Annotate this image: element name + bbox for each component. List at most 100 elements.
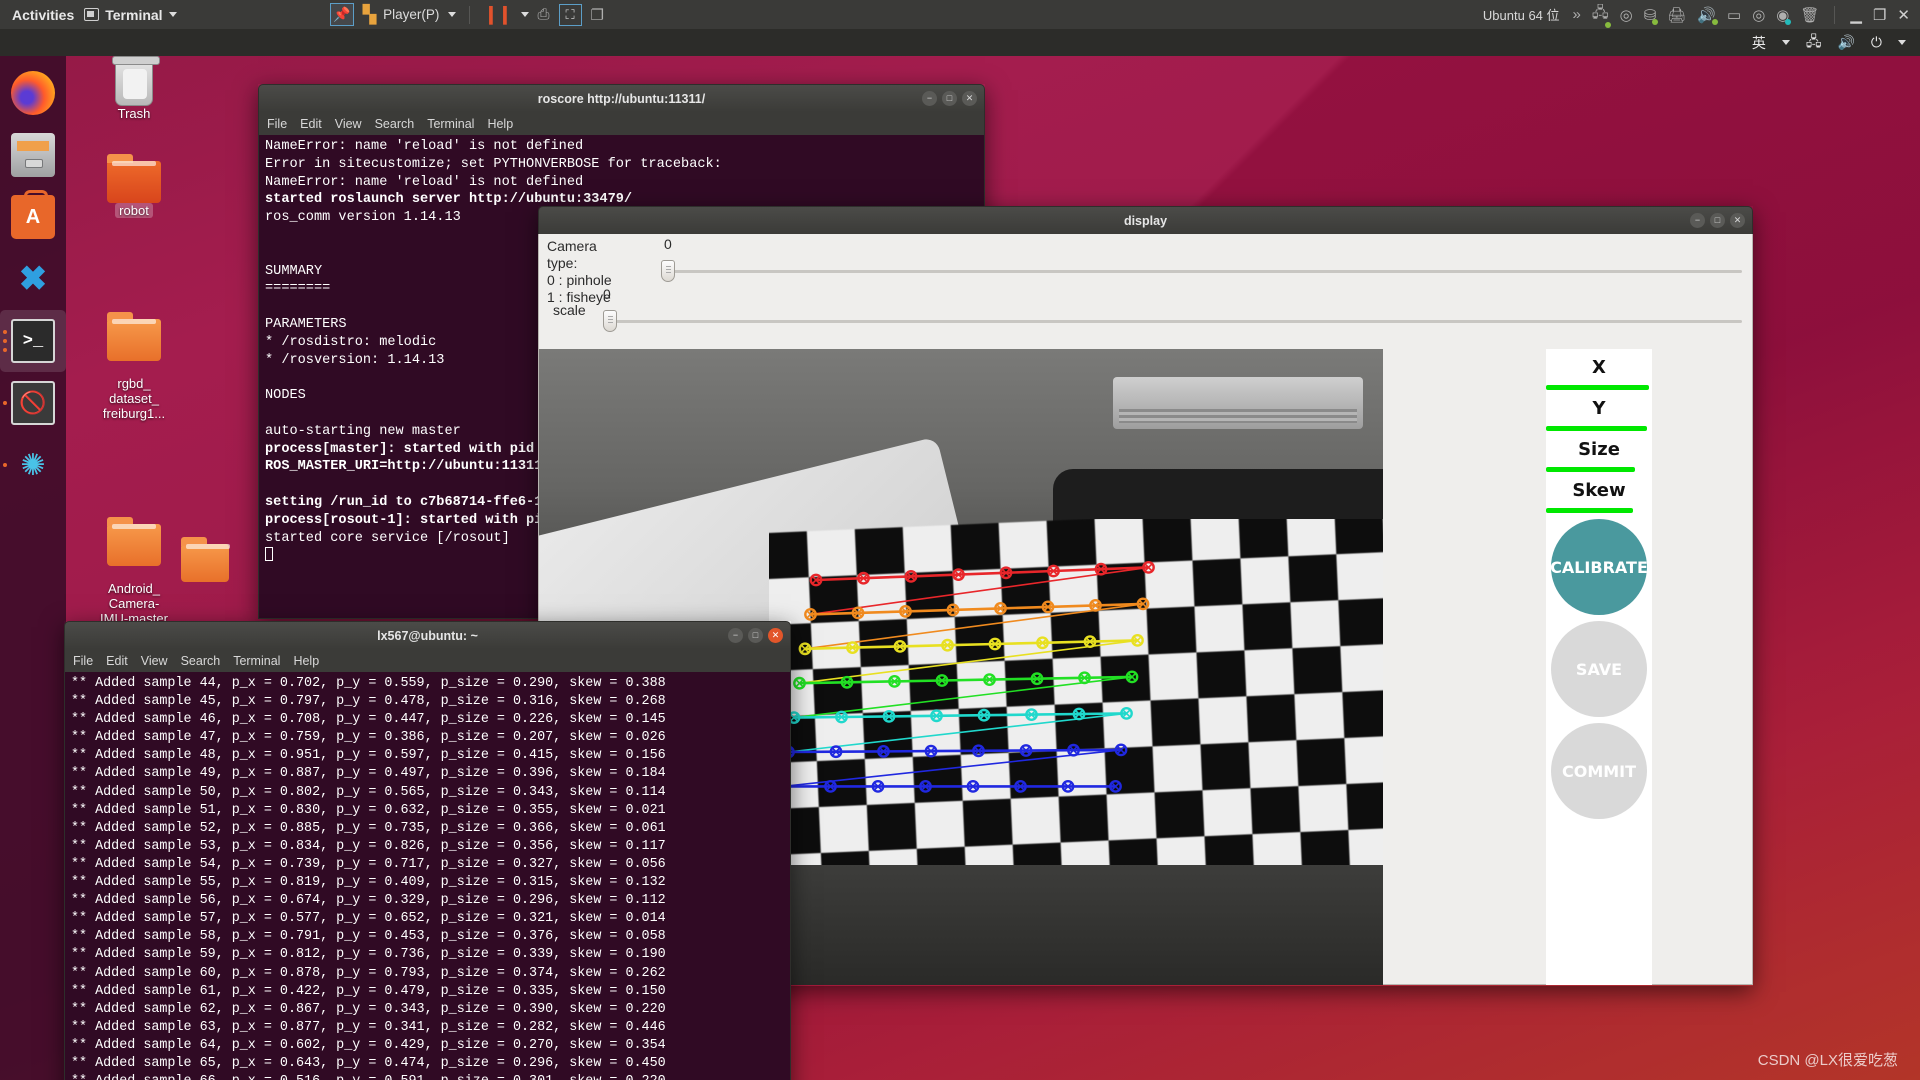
- launcher-item-files[interactable]: [0, 124, 66, 186]
- menu-edit[interactable]: Edit: [300, 117, 322, 131]
- minimize-icon[interactable]: −: [728, 628, 743, 643]
- metric-label-skew: Skew: [1572, 480, 1626, 501]
- launcher-item-software[interactable]: A: [0, 186, 66, 248]
- menu-help[interactable]: Help: [293, 654, 319, 668]
- vmware-logo-icon: ▚: [363, 4, 376, 24]
- fullscreen-icon[interactable]: ⛶: [558, 3, 582, 26]
- terminal-line: ** Added sample 51, p_x = 0.830, p_y = 0…: [71, 802, 666, 818]
- running-pip-icon-3: [3, 348, 7, 352]
- scale-slider-track[interactable]: [609, 320, 1742, 323]
- save-button[interactable]: SAVE: [1551, 621, 1647, 717]
- divider-2: [1834, 5, 1836, 24]
- restore-icon[interactable]: ❐: [1873, 6, 1886, 24]
- launcher-item-terminal[interactable]: >_: [0, 310, 66, 372]
- close-icon[interactable]: ✕: [962, 91, 977, 106]
- chevron-down-icon: [168, 12, 177, 17]
- terminal-line: ** Added sample 47, p_x = 0.759, p_y = 0…: [71, 730, 666, 746]
- maximize-icon[interactable]: □: [748, 628, 763, 643]
- maximize-icon[interactable]: □: [1710, 213, 1725, 228]
- removable-devices-icon[interactable]: ⛁: [1644, 6, 1658, 25]
- menu-terminal[interactable]: Terminal: [233, 654, 280, 668]
- wifi-icon[interactable]: ◉: [1776, 6, 1792, 25]
- unity-icon[interactable]: ❐: [591, 6, 604, 24]
- window-titlebar[interactable]: lx567@ubuntu: ~ − □ ✕: [64, 621, 791, 649]
- minimize-icon[interactable]: −: [922, 91, 937, 106]
- launcher-item-vscode[interactable]: ✖: [0, 248, 66, 310]
- pin-icon[interactable]: 📌: [330, 3, 354, 26]
- menu-search[interactable]: Search: [181, 654, 221, 668]
- maximize-icon[interactable]: □: [942, 91, 957, 106]
- launcher-item-gimp[interactable]: ✺: [0, 434, 66, 496]
- menu-help[interactable]: Help: [487, 117, 513, 131]
- menu-search[interactable]: Search: [375, 117, 415, 131]
- volume-icon[interactable]: 🔊: [1837, 34, 1854, 51]
- desktop-icon-robot[interactable]: robot: [79, 151, 189, 218]
- vmware-toolbar: Activities Terminal 📌 ▚ Player(P) ❙❙ ⎙ ⛶…: [0, 0, 1920, 29]
- minimize-icon[interactable]: ▁: [1850, 6, 1862, 24]
- scale-slider-knob[interactable]: [603, 310, 617, 332]
- window-titlebar[interactable]: display − □ ✕: [538, 206, 1753, 234]
- terminal-output[interactable]: ** Added sample 44, p_x = 0.702, p_y = 0…: [64, 672, 791, 1080]
- close-icon[interactable]: ✕: [768, 628, 783, 643]
- sound-icon[interactable]: 🔊: [1697, 6, 1718, 25]
- watermark: CSDN @LX很爱吃葱: [1757, 1052, 1898, 1069]
- desktop-icon-rgbd-dataset[interactable]: rgbd_ dataset_ freiburg1...: [79, 294, 189, 436]
- network-icon[interactable]: 🖧: [1592, 2, 1611, 28]
- pause-icon[interactable]: ❙❙: [483, 4, 512, 25]
- network-icon[interactable]: 🖧: [1806, 31, 1822, 55]
- terminal-line: ** Added sample 52, p_x = 0.885, p_y = 0…: [71, 820, 666, 836]
- minimize-icon[interactable]: −: [1690, 213, 1705, 228]
- window-title: display: [1123, 213, 1168, 228]
- metric-bar-y: [1546, 426, 1647, 431]
- files-icon: [11, 133, 55, 177]
- camera-type-slider-knob[interactable]: [661, 260, 675, 282]
- input-method-indicator[interactable]: 英: [1752, 33, 1766, 53]
- printer-icon[interactable]: 🖨: [1667, 6, 1686, 24]
- window-titlebar[interactable]: roscore http://ubuntu:11311/ − □ ✕: [258, 84, 985, 112]
- cd-icon[interactable]: ◎: [1620, 6, 1633, 24]
- menu-file[interactable]: File: [73, 654, 93, 668]
- folder-icon: [79, 151, 189, 203]
- menu-view[interactable]: View: [141, 654, 168, 668]
- menu-terminal[interactable]: Terminal: [427, 117, 474, 131]
- camera-type-slider-track[interactable]: [667, 270, 1742, 273]
- player-chevron-down-icon[interactable]: [448, 12, 457, 17]
- terminal-line: ** Added sample 48, p_x = 0.951, p_y = 0…: [71, 748, 666, 764]
- terminal-app-menu[interactable]: Terminal: [84, 6, 177, 23]
- camera-type-label: Camera type:: [547, 238, 597, 271]
- disk-icon[interactable]: ◎: [1752, 6, 1765, 24]
- terminal-line: ** Added sample 57, p_x = 0.577, p_y = 0…: [71, 911, 666, 927]
- menu-edit[interactable]: Edit: [106, 654, 128, 668]
- close-icon[interactable]: ✕: [1897, 6, 1910, 24]
- menu-file[interactable]: File: [267, 117, 287, 131]
- metric-bar-skew: [1546, 508, 1633, 513]
- system-menu-chevron-down-icon[interactable]: [1898, 40, 1906, 45]
- launcher-item-firefox[interactable]: [0, 62, 66, 124]
- ubuntu-status-area: 英 🖧 🔊 ⏻: [1752, 31, 1920, 55]
- power-icon[interactable]: ⏻: [1871, 34, 1882, 51]
- firefox-icon: [11, 71, 55, 115]
- close-icon[interactable]: ✕: [1730, 213, 1745, 228]
- commit-button[interactable]: COMMIT: [1551, 723, 1647, 819]
- trash-icon[interactable]: 🗑: [1800, 6, 1819, 24]
- ime-chevron-down-icon[interactable]: [1781, 40, 1790, 45]
- activities-button[interactable]: Activities: [12, 7, 74, 23]
- lx-terminal-window[interactable]: lx567@ubuntu: ~ − □ ✕ File Edit View Sea…: [64, 621, 791, 1080]
- terminal-line: ** Added sample 44, p_x = 0.702, p_y = 0…: [71, 676, 666, 691]
- launcher-item-blocked[interactable]: 🚫: [0, 372, 66, 434]
- player-menu-label[interactable]: Player(P): [383, 7, 439, 22]
- calibrate-button[interactable]: CALIBRATE: [1550, 519, 1648, 615]
- pause-chevron-down-icon[interactable]: [520, 12, 529, 17]
- desktop-icon-trash[interactable]: Trash: [79, 54, 189, 121]
- terminal-menu-label: Terminal: [105, 6, 163, 23]
- expand-icon[interactable]: »: [1573, 6, 1581, 23]
- snapshot-icon[interactable]: ⎙: [538, 6, 550, 23]
- usb-icon[interactable]: ▭: [1727, 6, 1741, 24]
- terminal-line: ** Added sample 60, p_x = 0.878, p_y = 0…: [71, 965, 666, 981]
- running-pip-icon-2: [3, 339, 7, 343]
- vm-title: Ubuntu 64 位: [1482, 8, 1560, 23]
- terminal-line: ** Added sample 63, p_x = 0.877, p_y = 0…: [71, 1019, 666, 1035]
- trash-icon: [79, 54, 189, 106]
- terminal-line: ** Added sample 45, p_x = 0.797, p_y = 0…: [71, 694, 666, 710]
- menu-view[interactable]: View: [335, 117, 362, 131]
